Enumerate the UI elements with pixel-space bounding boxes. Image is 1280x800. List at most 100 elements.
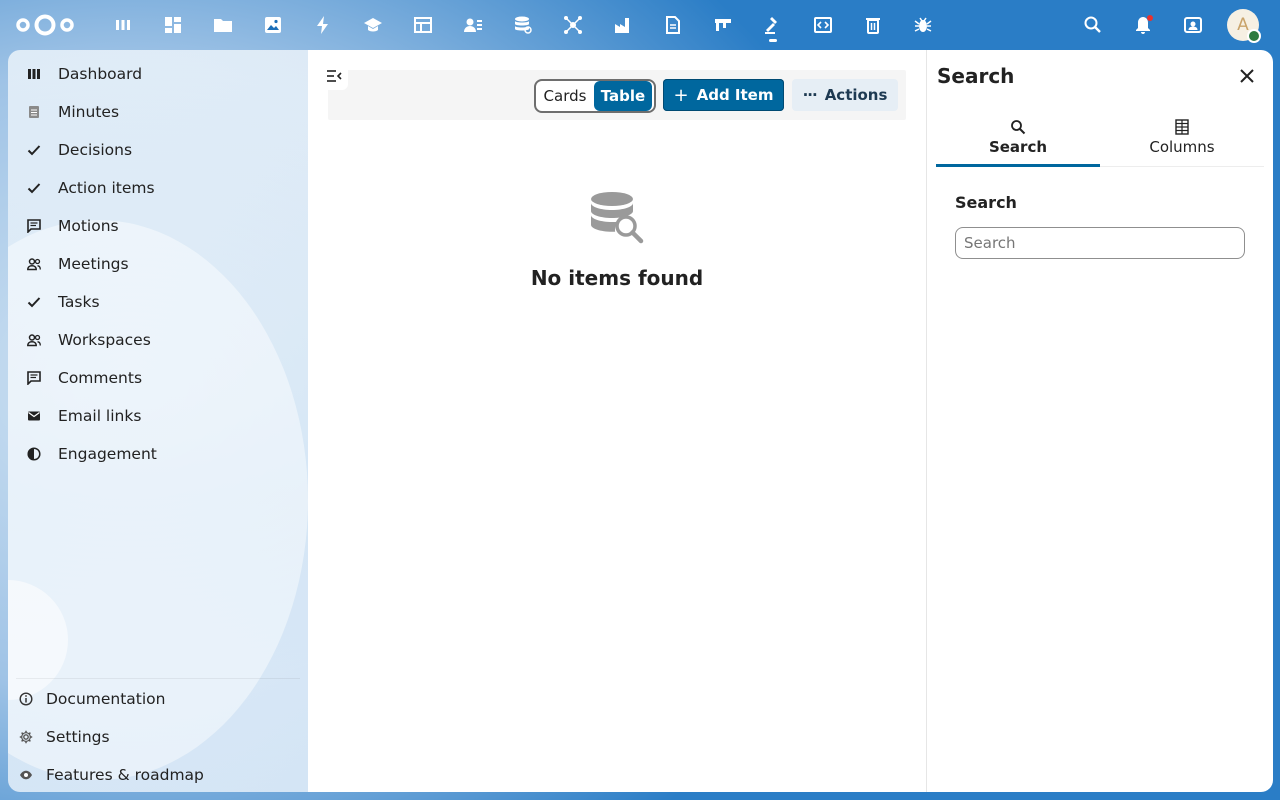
app-menu [98, 0, 948, 50]
sidebar-item-label: Meetings [58, 255, 129, 273]
search-section-label: Search [955, 193, 1017, 212]
sidebar-item-label: Documentation [46, 690, 166, 708]
view-toggle: Cards Table [534, 79, 656, 113]
view-option-table[interactable]: Table [594, 81, 652, 111]
dashboard-icon [26, 66, 42, 82]
contacts-icon[interactable] [448, 0, 498, 50]
main-content: Cards Table + Add Item ··· Actions No item… [308, 50, 926, 792]
search-icon[interactable] [1068, 0, 1118, 50]
app-navigation: Dashboard Minutes Decisions Action items… [8, 50, 308, 792]
sidebar-item-label: Motions [58, 217, 119, 235]
comment-icon [26, 218, 42, 234]
sidebar-item-tasks[interactable]: Tasks [16, 283, 300, 321]
photos-icon[interactable] [248, 0, 298, 50]
sidebar-item-minutes[interactable]: Minutes [16, 93, 300, 131]
sidebar-item-decisions[interactable]: Decisions [16, 131, 300, 169]
notification-dot [1147, 15, 1153, 21]
toolbar: Cards Table + Add Item ··· Actions [328, 70, 906, 120]
database-search-icon [591, 192, 644, 244]
panel-tabs: Search Columns [936, 108, 1264, 167]
bug-icon[interactable] [898, 0, 948, 50]
more-icon: ··· [802, 86, 818, 104]
empty-state-title: No items found [530, 266, 704, 290]
check-icon [26, 142, 42, 158]
sidebar-item-label: Workspaces [58, 331, 151, 349]
sidebar-item-label: Minutes [58, 103, 120, 121]
engagement-icon [26, 446, 42, 462]
people-icon [26, 256, 42, 272]
notifications-icon[interactable] [1118, 0, 1168, 50]
email-icon [26, 408, 42, 424]
sidebar-item-label: Comments [58, 369, 143, 387]
sidebar-item-label: Settings [46, 728, 110, 746]
search-sidebar: Search Search Columns Search [926, 50, 1273, 792]
sidebar-item-label: Features & roadmap [46, 766, 204, 784]
view-option-cards[interactable]: Cards [536, 81, 594, 111]
columns-icon [1175, 118, 1189, 135]
sidebar-item-meetings[interactable]: Meetings [16, 245, 300, 283]
database-icon[interactable] [498, 0, 548, 50]
plus-icon: + [673, 84, 689, 106]
sidebar-item-settings[interactable]: Settings [16, 718, 300, 756]
sidebar-footer: Documentation Settings Features & roadma… [16, 678, 300, 792]
actions-button[interactable]: ··· Actions [792, 79, 898, 111]
sidebar-item-workspaces[interactable]: Workspaces [16, 321, 300, 359]
status-indicator [1247, 29, 1261, 43]
sidebar-item-label: Email links [58, 407, 142, 425]
sidebar-item-label: Action items [58, 179, 155, 197]
menu-collapse-icon [327, 70, 342, 82]
sidebar-item-documentation[interactable]: Documentation [16, 680, 300, 718]
add-item-label: Add Item [696, 86, 774, 104]
tab-label: Columns [1149, 137, 1215, 156]
eye-icon [18, 767, 34, 783]
check-icon [26, 294, 42, 310]
trash-icon[interactable] [848, 0, 898, 50]
header: A [0, 0, 1280, 50]
nextcloud-logo[interactable] [14, 13, 76, 37]
sidebar-item-label: Dashboard [58, 65, 143, 83]
avatar[interactable]: A [1227, 9, 1261, 43]
sidebar-item-engagement[interactable]: Engagement [16, 435, 300, 473]
files-icon[interactable] [198, 0, 248, 50]
factory-icon[interactable] [598, 0, 648, 50]
apps-grid-icon[interactable] [148, 0, 198, 50]
nav-list: Dashboard Minutes Decisions Action items… [16, 55, 300, 473]
toggle-navigation-button[interactable] [320, 62, 348, 90]
search-icon [1011, 119, 1026, 134]
network-icon[interactable] [548, 0, 598, 50]
header-right: A [1068, 0, 1280, 50]
sidebar-item-action-items[interactable]: Action items [16, 169, 300, 207]
sidebar-item-dashboard[interactable]: Dashboard [16, 55, 300, 93]
sidebar-item-email-links[interactable]: Email links [16, 397, 300, 435]
search-input[interactable] [955, 227, 1245, 259]
sidebar-item-label: Tasks [58, 293, 100, 311]
code-icon[interactable] [798, 0, 848, 50]
close-button[interactable] [1235, 64, 1259, 88]
sidebar-item-label: Decisions [58, 141, 133, 159]
empty-state: No items found [308, 190, 926, 290]
gavel-icon[interactable] [748, 0, 798, 50]
sidebar-item-label: Engagement [58, 445, 157, 463]
panel-title: Search [937, 64, 1015, 88]
add-item-button[interactable]: + Add Item [663, 79, 784, 111]
spreadsheet-icon[interactable] [398, 0, 448, 50]
contacts-menu-icon[interactable] [1168, 0, 1218, 50]
close-icon [1240, 69, 1254, 83]
sidebar-item-motions[interactable]: Motions [16, 207, 300, 245]
minutes-icon [26, 104, 42, 120]
tab-columns[interactable]: Columns [1100, 108, 1264, 166]
document-icon[interactable] [648, 0, 698, 50]
sidebar-item-features-roadmap[interactable]: Features & roadmap [16, 756, 300, 792]
learning-icon[interactable] [348, 0, 398, 50]
tab-label: Search [988, 137, 1048, 156]
comment-icon [26, 370, 42, 386]
people-icon [26, 332, 42, 348]
dashboard-icon[interactable] [98, 0, 148, 50]
activity-icon[interactable] [298, 0, 348, 50]
board-icon[interactable] [698, 0, 748, 50]
actions-label: Actions [824, 86, 888, 104]
tab-search[interactable]: Search [936, 108, 1100, 167]
check-icon [26, 180, 42, 196]
sidebar-item-comments[interactable]: Comments [16, 359, 300, 397]
gear-icon [18, 729, 34, 745]
